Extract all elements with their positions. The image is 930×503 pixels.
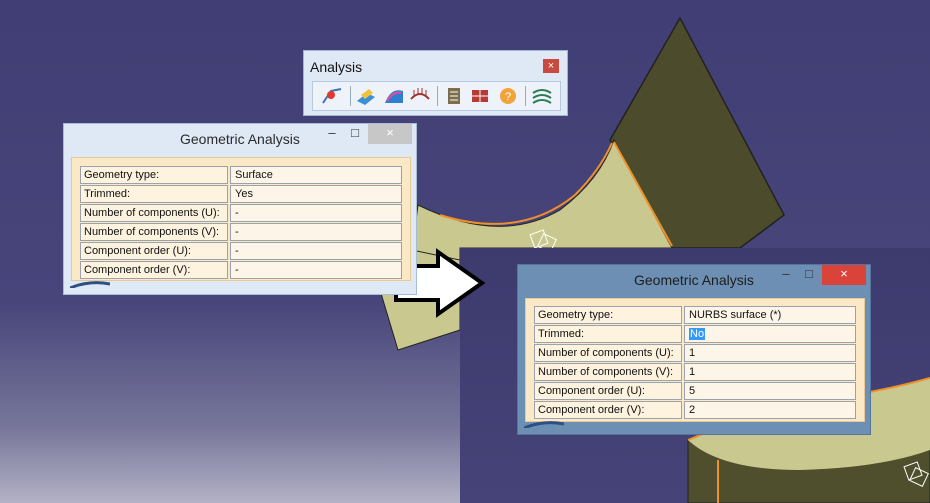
property-value[interactable]: 1	[684, 344, 856, 362]
toolbar-close-button[interactable]: ×	[543, 59, 559, 73]
property-label: Number of components (V):	[80, 223, 228, 241]
resize-grip-icon[interactable]	[524, 420, 564, 428]
property-value[interactable]: No	[684, 325, 856, 343]
minimize-button[interactable]: –	[321, 124, 343, 144]
property-label: Component order (V):	[80, 261, 228, 279]
property-label: Number of components (V):	[534, 363, 682, 381]
maximize-button[interactable]: □	[344, 124, 366, 144]
toolbar-title: Analysis	[310, 59, 363, 75]
property-value[interactable]: 1	[684, 363, 856, 381]
property-value[interactable]: 5	[684, 382, 856, 400]
property-label: Component order (V):	[534, 401, 682, 419]
property-value[interactable]: -	[230, 242, 402, 260]
dialog-title: Geometric Analysis	[180, 131, 300, 147]
geometric-information-icon[interactable]	[443, 85, 465, 107]
close-button[interactable]: ×	[368, 124, 412, 144]
reflection-lines-icon[interactable]	[531, 85, 553, 107]
porcupine-curvature-icon[interactable]	[409, 85, 431, 107]
property-label: Component order (U):	[80, 242, 228, 260]
close-button[interactable]: ×	[822, 265, 866, 285]
dialog-title: Geometric Analysis	[634, 272, 754, 288]
analysis-toolbar[interactable]: Analysis × ?	[303, 50, 568, 116]
property-label: Geometry type:	[80, 166, 228, 184]
mapping-analysis-icon[interactable]	[469, 85, 491, 107]
property-value[interactable]: -	[230, 261, 402, 279]
property-value[interactable]: Surface	[230, 166, 402, 184]
property-value[interactable]: Yes	[230, 185, 402, 203]
properties-panel: Geometry type: Surface Trimmed: Yes Numb…	[71, 157, 411, 281]
property-label: Geometry type:	[534, 306, 682, 324]
property-value[interactable]: 2	[684, 401, 856, 419]
connect-checker-icon[interactable]	[321, 85, 343, 107]
toolbar-separator	[525, 86, 526, 106]
maximize-button[interactable]: □	[798, 265, 820, 285]
property-value[interactable]: NURBS surface (*)	[684, 306, 856, 324]
minimize-button[interactable]: –	[775, 265, 797, 285]
surface-curvature-icon[interactable]	[383, 85, 405, 107]
property-label: Number of components (U):	[534, 344, 682, 362]
toolbar-separator	[350, 86, 351, 106]
property-label: Trimmed:	[534, 325, 682, 343]
toolbar-separator	[437, 86, 438, 106]
property-label: Number of components (U):	[80, 204, 228, 222]
property-label: Component order (U):	[534, 382, 682, 400]
draft-analysis-icon[interactable]	[355, 85, 377, 107]
toolbar-icons: ?	[312, 81, 561, 111]
selected-text[interactable]: No	[689, 328, 706, 340]
resize-grip-icon[interactable]	[70, 280, 110, 288]
geometric-analysis-dialog-before: Geometric Analysis – □ × Geometry type: …	[63, 123, 417, 295]
property-value[interactable]: -	[230, 223, 402, 241]
properties-panel: Geometry type: NURBS surface (*) Trimmed…	[525, 298, 865, 422]
cutting-plane-icon[interactable]: ?	[497, 85, 519, 107]
geometric-analysis-dialog-after: Geometric Analysis – □ × Geometry type: …	[517, 264, 871, 435]
svg-text:?: ?	[505, 91, 511, 103]
property-value[interactable]: -	[230, 204, 402, 222]
property-label: Trimmed:	[80, 185, 228, 203]
